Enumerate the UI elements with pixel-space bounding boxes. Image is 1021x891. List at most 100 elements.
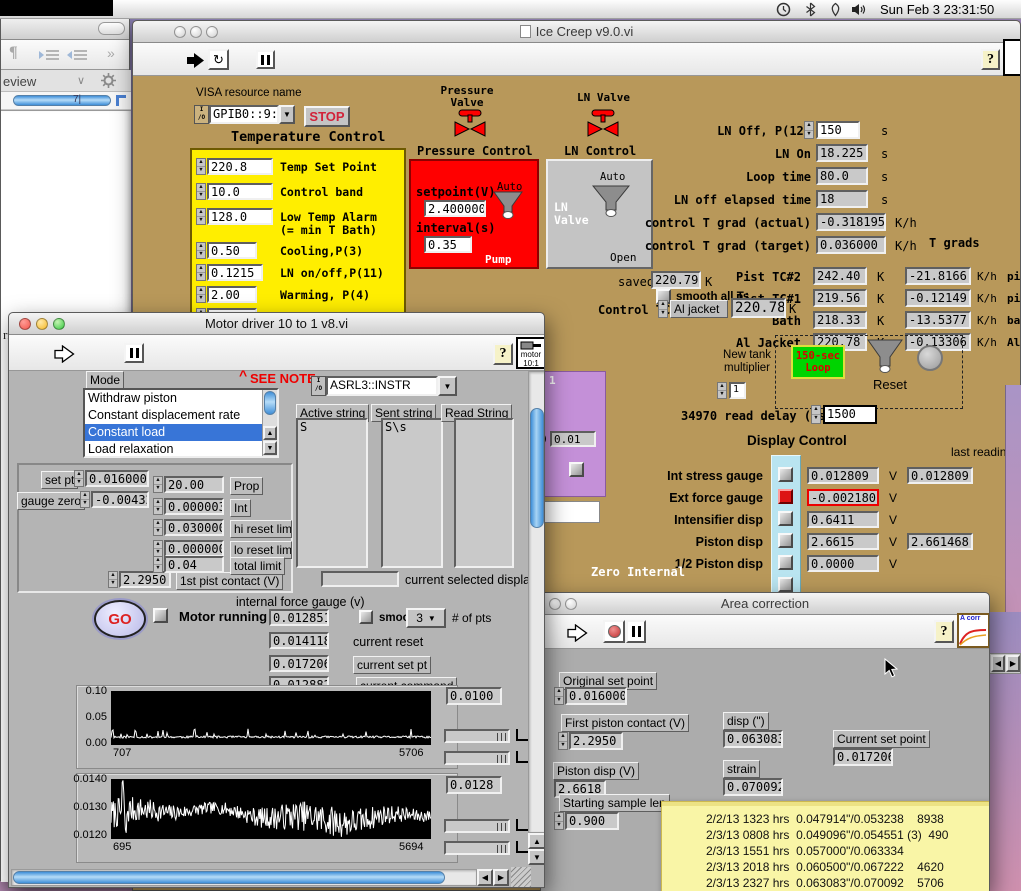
- motor-driver-window: Motor driver 10 to 1 v8.vi ? motor 10:1 …: [8, 312, 545, 888]
- tab-review[interactable]: eview: [3, 74, 36, 89]
- scroll-thumb[interactable]: [13, 871, 445, 884]
- gauge-label: Piston disp: [695, 535, 763, 549]
- value-spinner[interactable]: ▲▼: [558, 732, 568, 750]
- minimize-button[interactable]: [98, 22, 125, 35]
- value-spinner[interactable]: ▲▼: [554, 812, 564, 830]
- slider-grip-icon[interactable]: [497, 845, 506, 853]
- gear-icon[interactable]: [101, 73, 116, 93]
- vi-icon-label: A corr: [960, 615, 981, 622]
- gauge-field: 0.0000: [807, 555, 879, 572]
- volume-icon[interactable]: [851, 2, 867, 22]
- chart-current-value: 0.0100: [446, 687, 502, 705]
- gauge-checkbox[interactable]: [778, 577, 793, 592]
- wp-ruler: 7|: [1, 92, 131, 110]
- indent-icon[interactable]: [67, 48, 89, 62]
- axis-scale-icon[interactable]: [516, 729, 528, 741]
- gauge-checkbox[interactable]: [778, 511, 793, 526]
- field-label: First piston contact (V): [561, 714, 690, 732]
- field-value[interactable]: 0.070092: [723, 778, 783, 796]
- gauge-checkbox[interactable]: [778, 467, 793, 482]
- field-value[interactable]: 0.900: [565, 812, 619, 830]
- y-axis-tick: 0.0140: [73, 773, 107, 785]
- pilcrow-icon[interactable]: ¶: [9, 44, 18, 62]
- y-axis-tick: 0.00: [85, 737, 107, 749]
- axis-scale-icon[interactable]: [516, 841, 528, 853]
- ruler-slider[interactable]: [13, 95, 111, 106]
- sticky-note[interactable]: 2/2/13 1323 hrs 0.047914"/0.053238 8938 2…: [661, 801, 989, 891]
- axis-scale-icon[interactable]: [516, 819, 528, 831]
- chart-plot[interactable]: [110, 691, 432, 745]
- field-value[interactable]: 0.016000: [565, 687, 627, 705]
- chart-scale-slider[interactable]: [444, 841, 510, 855]
- zero-internal-label: Zero Internal: [591, 565, 685, 579]
- area-toolbar: ? A corr: [541, 613, 989, 649]
- time-machine-icon[interactable]: [776, 2, 791, 22]
- run-icon[interactable]: [567, 623, 589, 647]
- gauge-field: 0.6411: [807, 511, 879, 528]
- zoom-button[interactable]: [565, 598, 577, 610]
- gauge-field: 2.6615: [807, 533, 879, 550]
- outdent-icon[interactable]: [39, 48, 61, 62]
- area-correction-window: Area correction ? A corr Original set po…: [540, 592, 990, 891]
- window-title: Area correction: [720, 596, 810, 611]
- y-axis-tick: 0.05: [85, 711, 107, 723]
- abort-icon[interactable]: [603, 620, 625, 643]
- slider-grip-icon[interactable]: [497, 823, 506, 831]
- x-axis-tick-start: 695: [113, 841, 132, 853]
- chevron-down-icon[interactable]: ∨: [77, 74, 85, 87]
- x-axis-tick-end: 5694: [399, 841, 424, 853]
- toolbar-overflow-icon[interactable]: »: [107, 45, 115, 61]
- scroll-right-icon[interactable]: ▶: [493, 869, 509, 886]
- scroll-left-icon[interactable]: ◀: [477, 869, 493, 886]
- scroll-up-icon[interactable]: ▲: [528, 833, 544, 849]
- desktop: ¶ » eview ∨ 7| rn: [0, 0, 1021, 891]
- vi-icon[interactable]: A corr: [957, 613, 989, 648]
- ruler-mark: 7|: [73, 94, 82, 105]
- gauge-checkbox[interactable]: [778, 533, 793, 548]
- vertical-scrollbar[interactable]: [528, 371, 544, 833]
- chart-scale-slider[interactable]: [444, 751, 510, 765]
- menubar: Sun Feb 3 23:31:50: [0, 0, 1021, 19]
- wp-titlebar[interactable]: [1, 16, 129, 40]
- chart-plot[interactable]: [110, 779, 432, 839]
- axis-scale-icon[interactable]: [516, 751, 528, 763]
- gauge-unit: V: [889, 491, 898, 505]
- gauge-checkbox[interactable]: [778, 489, 793, 504]
- screen-corner-black: [0, 0, 113, 16]
- note-line: 2/3/13 1551 hrs 0.057000"/0.063334: [706, 844, 904, 858]
- note-line: 2/3/13 2018 hrs 0.060500"/0.067222 4620: [706, 860, 944, 874]
- pause-icon[interactable]: [626, 620, 646, 643]
- field-value[interactable]: 2.2950: [569, 732, 623, 750]
- horizontal-scrollbar[interactable]: [11, 869, 477, 886]
- bluetooth-icon[interactable]: [803, 2, 818, 22]
- slider-grip-icon[interactable]: [497, 733, 506, 741]
- gauge-checkbox[interactable]: [778, 555, 793, 570]
- scroll-thumb[interactable]: [530, 408, 544, 528]
- field-value[interactable]: 0.017206: [833, 748, 893, 766]
- field-label: Starting sample len: [559, 794, 670, 812]
- field-value[interactable]: 0.063083: [723, 730, 783, 748]
- help-icon[interactable]: ?: [934, 620, 954, 643]
- side-panel-checkbox[interactable]: [569, 462, 584, 477]
- scroll-right-icon[interactable]: ▶: [1006, 655, 1020, 672]
- resize-grip[interactable]: [511, 867, 531, 887]
- spotlight-icon[interactable]: [828, 2, 843, 22]
- area-titlebar[interactable]: Area correction: [541, 593, 989, 615]
- gauge-unit: V: [889, 557, 898, 571]
- scroll-arrows-fragment: ◀ ▶: [989, 653, 1021, 674]
- slider-grip-icon[interactable]: [497, 755, 506, 763]
- field-label: strain: [723, 760, 761, 778]
- field-label: Piston disp (V): [553, 762, 640, 780]
- minimize-button[interactable]: [549, 598, 561, 610]
- scroll-down-icon[interactable]: ▼: [528, 849, 544, 865]
- side-panel-fragment: 1 ) 0.01: [538, 371, 606, 497]
- note-line: 2/3/13 2327 hrs 0.063083"/0.070092 5706: [706, 876, 944, 890]
- chart-scale-slider[interactable]: [444, 819, 510, 833]
- tab-stop-icon[interactable]: [116, 95, 126, 106]
- chart-scale-slider[interactable]: [444, 729, 510, 743]
- value-spinner[interactable]: ▲▼: [554, 687, 564, 705]
- scroll-left-icon[interactable]: ◀: [991, 655, 1005, 672]
- chart-current-value: 0.0128: [446, 776, 502, 794]
- menubar-clock[interactable]: Sun Feb 3 23:31:50: [880, 2, 994, 17]
- note-line: 2/3/13 0808 hrs 0.049096"/0.054551 (3) 4…: [706, 828, 949, 842]
